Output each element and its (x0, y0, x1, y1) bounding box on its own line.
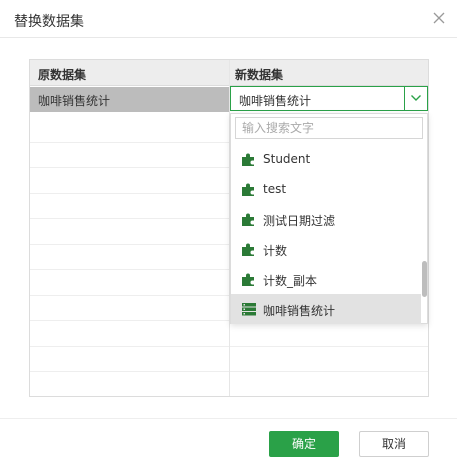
puzzle-icon (241, 211, 257, 227)
search-input[interactable] (236, 118, 422, 138)
replace-dataset-dialog: 替换数据集 原数据集 新数据集 咖啡销售统计 咖啡销售统计 输入搜索文字 Stu… (0, 0, 457, 466)
dropdown-item[interactable]: test (231, 174, 421, 204)
original-dataset-name: 咖啡销售统计 (38, 94, 111, 108)
dialog-title: 替换数据集 (14, 14, 84, 30)
dataset-dropdown-menu: Student test 测试日期过滤 计数 (230, 113, 428, 324)
puzzle-icon (241, 241, 257, 257)
header-original-dataset: 原数据集 (38, 68, 87, 82)
dialog-titlebar: 替换数据集 (0, 0, 457, 38)
new-dataset-select[interactable]: 咖啡销售统计 (230, 86, 428, 111)
dropdown-item-label: 咖啡销售统计 (263, 304, 336, 318)
puzzle-icon (241, 271, 257, 287)
dropdown-item-label: 测试日期过滤 (263, 214, 336, 228)
dropdown-item-label: test (263, 182, 287, 196)
cancel-button[interactable]: 取消 (359, 431, 429, 457)
dropdown-item[interactable]: 计数_副本 (231, 264, 421, 294)
search-box[interactable] (235, 117, 423, 139)
header-new-dataset: 新数据集 (235, 68, 284, 82)
puzzle-icon (241, 151, 257, 167)
dataset-list: Student test 测试日期过滤 计数 计数_副本 咖啡销售统计 (231, 144, 421, 324)
dropdown-item-label: 计数_副本 (263, 274, 318, 288)
new-dataset-selected-value: 咖啡销售统计 (239, 94, 312, 108)
dropdown-item-label: Student (263, 152, 311, 166)
dropdown-item[interactable]: 计数 (231, 234, 421, 264)
dropdown-item-selected[interactable]: 咖啡销售统计 (231, 294, 421, 324)
close-icon[interactable] (431, 10, 447, 26)
table-row-original-cell[interactable]: 咖啡销售统计 (30, 87, 229, 112)
puzzle-icon (241, 181, 257, 197)
dropdown-scrollbar[interactable] (422, 261, 427, 297)
dropdown-item[interactable]: 测试日期过滤 (231, 204, 421, 234)
ok-button[interactable]: 确定 (269, 431, 339, 457)
dropdown-item[interactable]: Student (231, 144, 421, 174)
database-icon (241, 301, 257, 317)
dropdown-item-label: 计数 (263, 244, 288, 258)
chevron-down-icon[interactable] (404, 87, 427, 110)
